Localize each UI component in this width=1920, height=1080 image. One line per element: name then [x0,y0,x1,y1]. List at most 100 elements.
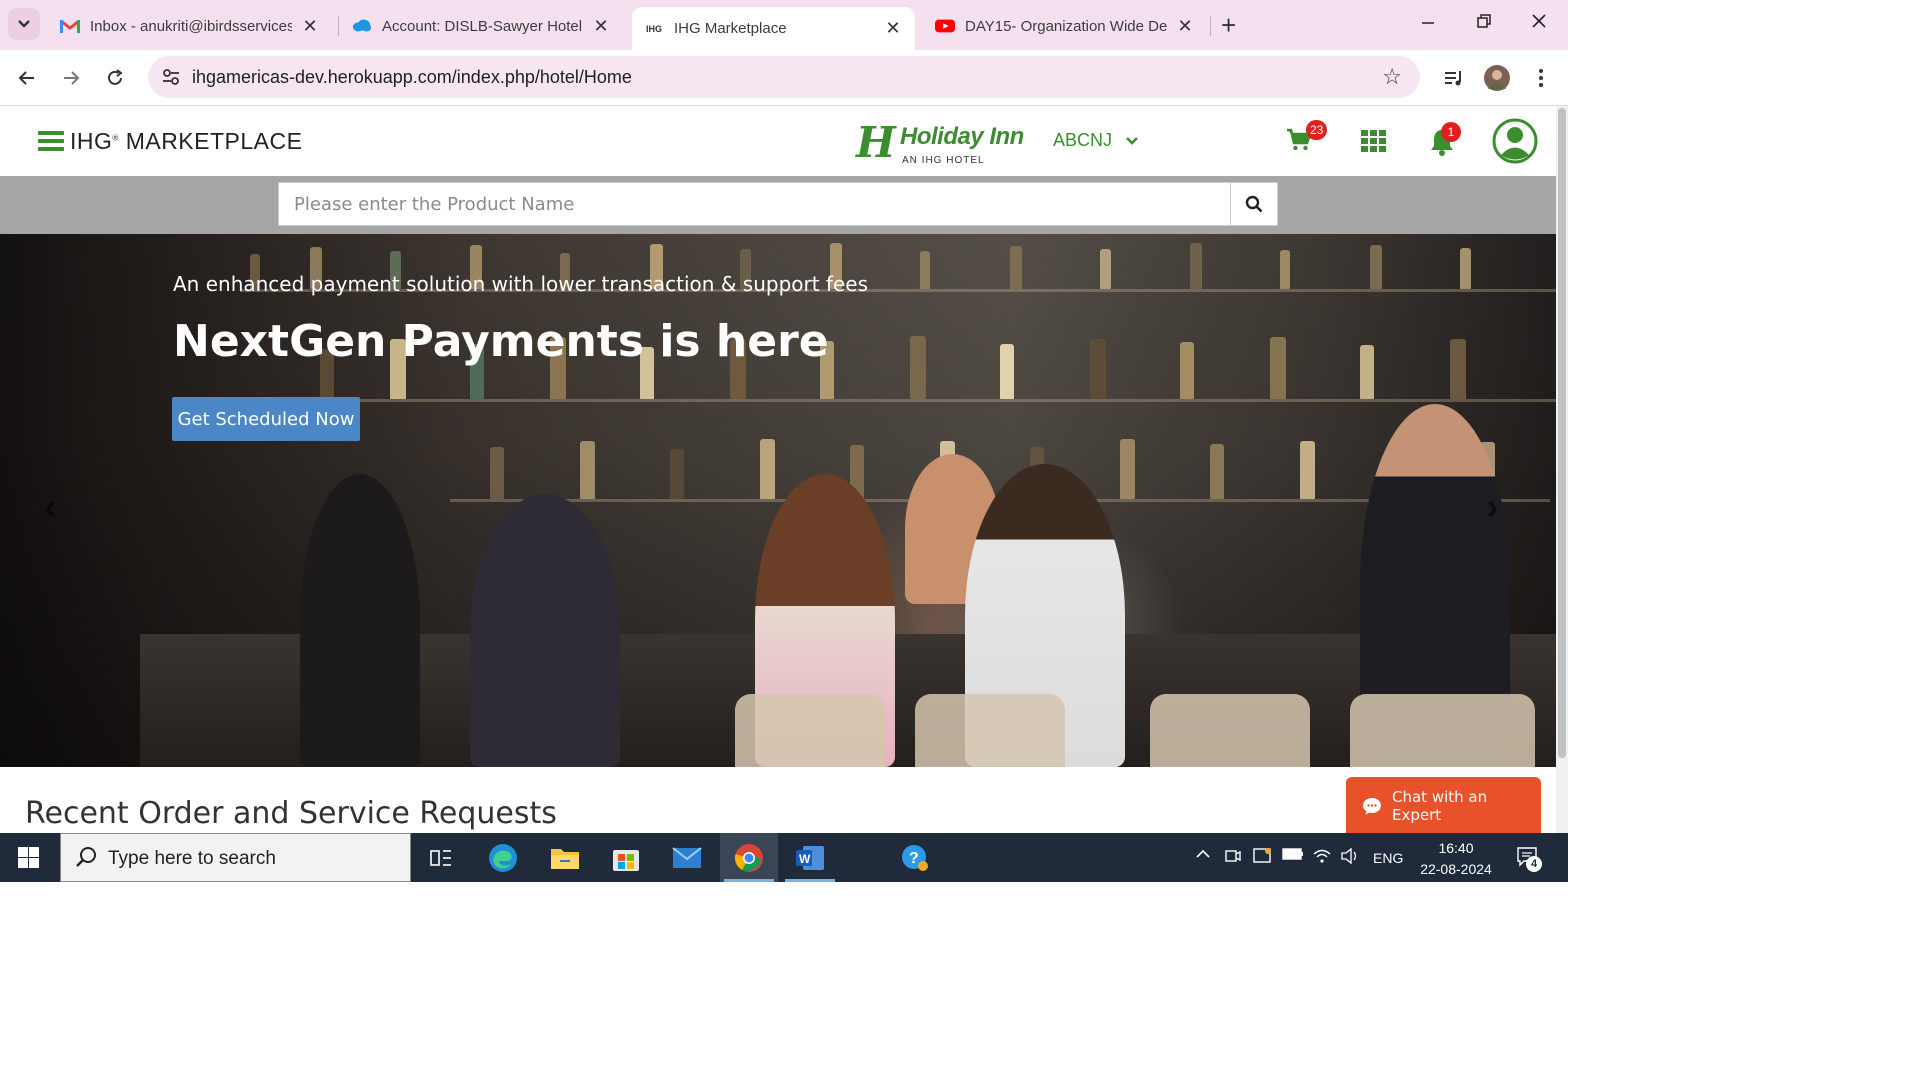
browser-tab-salesforce[interactable]: Account: DISLB-Sawyer Hotel ~ ✕ [340,7,623,45]
get-scheduled-now-button[interactable]: Get Scheduled Now [172,397,360,441]
clock-time: 16:40 [1438,840,1474,856]
new-tab-button[interactable]: + [1221,12,1236,38]
product-search-input[interactable] [279,183,1231,225]
apps-grid-button[interactable] [1361,130,1386,157]
hero-subtitle: An enhanced payment solution with lower … [173,272,868,296]
reload-button[interactable] [101,64,129,92]
taskbar-clock[interactable]: 16:40 22-08-2024 [1418,838,1494,880]
tab-label: Account: DISLB-Sawyer Hotel ~ [382,17,583,35]
property-selector[interactable]: ABCNJ [1053,130,1139,151]
user-account-button[interactable] [1492,118,1538,169]
task-view-button[interactable] [412,833,470,882]
close-tab-icon[interactable]: ✕ [300,16,320,37]
taskbar-file-explorer[interactable] [536,833,594,882]
taskbar-search-placeholder: Type here to search [108,848,276,869]
search-icon [1245,195,1263,213]
chevron-up-icon [1196,849,1210,858]
windows-start-button[interactable] [18,847,39,873]
youtube-icon [935,16,955,36]
ihg-marketplace-logo[interactable]: IHG® MARKETPLACE [70,128,302,155]
windows-logo-icon [18,847,39,868]
close-tab-icon[interactable]: ✕ [591,16,611,37]
taskbar-chrome[interactable] [720,833,778,882]
cart-button[interactable]: 23 [1286,120,1328,157]
scrollbar-thumb[interactable] [1558,108,1566,758]
bookmark-star-icon[interactable]: ☆ [1382,64,1402,90]
chat-bubble-icon [1363,798,1381,815]
close-icon [1532,14,1546,28]
recent-orders-section-title: Recent Order and Service Requests [25,796,557,831]
show-hidden-icons-button[interactable] [1195,847,1211,863]
tab-label: Inbox - anukriti@ibirdsservices. [90,17,292,35]
close-tab-icon[interactable]: ✕ [883,18,903,39]
chat-with-expert-button[interactable]: Chat with an Expert [1346,777,1541,835]
hotel-logo-text: Holiday Inn [900,123,1024,150]
back-button[interactable] [13,64,41,92]
hero-carousel: ‹ › An enhanced payment solution with lo… [0,234,1556,767]
word-icon: W [796,845,824,870]
volume-icon[interactable] [1340,847,1360,868]
user-circle-icon [1492,118,1538,164]
close-window-button[interactable] [1531,12,1547,35]
hamburger-menu-icon[interactable] [38,131,64,151]
taskbar-microsoft-store[interactable] [597,833,655,882]
battery-icon[interactable] [1282,847,1304,864]
edge-browser-icon [489,843,517,872]
forward-button[interactable] [57,64,85,92]
system-tray-app-icon[interactable] [1253,847,1273,868]
taskbar-help[interactable]: ? [886,833,944,882]
folder-icon [551,848,579,869]
svg-text:?: ? [909,850,919,867]
chevron-down-icon [1125,130,1139,151]
store-icon [613,849,639,871]
taskbar-search-box[interactable]: Type here to search [60,833,411,882]
mail-icon [672,846,702,868]
grid-icon [1361,130,1386,152]
search-button[interactable] [1230,183,1277,225]
product-search-box [278,182,1278,226]
help-icon: ? [902,844,928,871]
brand-suffix: MARKETPLACE [125,128,303,154]
restore-icon [1477,14,1491,28]
notification-count-badge: 1 [1441,122,1461,142]
page-scrollbar[interactable] [1556,106,1568,833]
product-search-band [0,176,1556,234]
hero-title: NextGen Payments is here [173,316,829,367]
browser-tab-ihg-marketplace[interactable]: IHG IHG Marketplace ✕ [632,7,915,50]
language-indicator[interactable]: ENG [1373,850,1403,866]
minimize-window-button[interactable] [1420,12,1436,35]
wifi-icon[interactable] [1312,847,1332,868]
taskbar-edge[interactable] [474,833,532,882]
close-tab-icon[interactable]: ✕ [1175,16,1195,37]
browser-toolbar: ihgamericas-dev.herokuapp.com/index.php/… [0,50,1568,106]
browser-tab-gmail[interactable]: Inbox - anukriti@ibirdsservices. ✕ [48,7,332,45]
carousel-next-button[interactable]: › [1486,486,1499,529]
search-icon [75,846,97,873]
browser-menu-button[interactable] [1527,64,1555,92]
notifications-button[interactable]: 1 [1429,122,1461,161]
site-info-icon[interactable] [160,66,182,93]
taskbar-word[interactable]: W [781,833,839,882]
address-bar[interactable]: ihgamericas-dev.herokuapp.com/index.php/… [148,56,1420,98]
browser-tab-youtube[interactable]: DAY15- Organization Wide Defa ✕ [923,7,1207,45]
hotel-logo-subtext: AN IHG HOTEL [902,155,985,166]
task-view-icon [430,849,451,866]
brand-name: IHG [70,128,113,154]
chat-button-label: Chat with an Expert [1392,788,1488,824]
url-text: ihgamericas-dev.herokuapp.com/index.php/… [192,67,632,87]
tab-separator [338,16,339,36]
taskbar-mail[interactable] [658,833,716,882]
arrow-left-icon [18,71,34,85]
action-center-button[interactable]: 4 [1516,846,1542,872]
meet-now-icon[interactable] [1224,847,1242,868]
tab-search-button[interactable] [8,8,40,40]
holiday-inn-logo: H Holiday Inn AN IHG HOTEL [856,118,1024,167]
kebab-menu-icon [1539,69,1543,87]
gmail-icon [60,16,80,36]
carousel-prev-button[interactable]: ‹ [44,486,57,529]
property-code: ABCNJ [1053,130,1113,150]
restore-window-button[interactable] [1476,12,1492,35]
media-controls-button[interactable] [1440,64,1468,92]
profile-avatar-button[interactable] [1483,64,1511,92]
playlist-icon [1445,71,1461,86]
